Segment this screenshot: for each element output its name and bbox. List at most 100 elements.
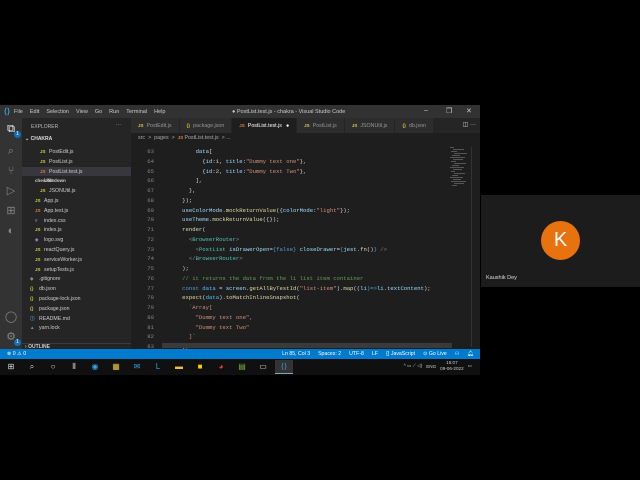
- file-item[interactable]: {} db.json: [22, 284, 131, 294]
- breadcrumb-tail[interactable]: > ...: [222, 135, 231, 141]
- extensions-icon[interactable]: ⊞: [4, 204, 18, 218]
- tab-package-json[interactable]: {} package.json: [179, 118, 233, 133]
- tab-postlist-js[interactable]: JS PostList.js: [297, 118, 345, 133]
- code-editor[interactable]: 63 data[64 {id:1, title:"Dummy text one"…: [131, 147, 451, 370]
- more-actions-icon[interactable]: ···: [116, 122, 121, 128]
- menu-go[interactable]: Go: [95, 109, 102, 115]
- search-taskbar-icon[interactable]: ⌕: [23, 360, 41, 374]
- code-line[interactable]: 77 const data = screen.getAllByTestId("l…: [131, 284, 451, 294]
- file-explorer-icon[interactable]: ▬: [170, 360, 188, 374]
- edge-devtools-icon[interactable]: ◐: [4, 224, 18, 238]
- menu-view[interactable]: View: [76, 109, 88, 115]
- code-line[interactable]: 72 <BrowserRouter>: [131, 235, 451, 245]
- file-item[interactable]: ◆ logo.svg: [22, 235, 131, 245]
- close-button[interactable]: ✕: [466, 107, 472, 115]
- tab-postedit-js[interactable]: JS PostEdit.js: [131, 118, 180, 133]
- vertical-scrollbar[interactable]: [471, 147, 479, 347]
- menu-terminal[interactable]: Terminal: [126, 109, 147, 115]
- code-line[interactable]: 74 </BrowserRouter>: [131, 254, 451, 264]
- feedback-icon[interactable]: ⚇: [455, 349, 460, 359]
- vscode-taskbar-icon[interactable]: ⟨⟩: [275, 360, 293, 374]
- code-line[interactable]: 76 // it returns the data from the li li…: [131, 274, 451, 284]
- source-control-icon[interactable]: ⑂: [4, 164, 18, 178]
- notepad-icon[interactable]: ▤: [233, 360, 251, 374]
- menu-run[interactable]: Run: [109, 109, 119, 115]
- code-line[interactable]: 71 render(: [131, 225, 451, 235]
- file-item[interactable]: JS serviceWorker.js: [22, 255, 131, 265]
- breadcrumb-part[interactable]: src: [138, 135, 145, 141]
- minimize-button[interactable]: –: [424, 107, 428, 114]
- file-item[interactable]: JS setupTests.js: [22, 265, 131, 275]
- code-line[interactable]: 79 `Array[: [131, 303, 451, 313]
- minimap[interactable]: [450, 147, 468, 187]
- tab-jsonutil-js[interactable]: JS JSONUtil.js: [344, 118, 396, 133]
- file-item[interactable]: JS PostEdit.js: [22, 147, 131, 157]
- code-line[interactable]: 75 );: [131, 264, 451, 274]
- go-live-button[interactable]: ⊙ Go Live: [423, 349, 447, 359]
- menu-file[interactable]: File: [14, 109, 23, 115]
- task-view-icon[interactable]: ⫴: [65, 360, 83, 374]
- file-item[interactable]: JS reactQuery.js: [22, 245, 131, 255]
- file-item[interactable]: JS App.test.js: [22, 206, 131, 216]
- code-line[interactable]: 80 "Dummy text one",: [131, 313, 451, 323]
- code-line[interactable]: 63 data[: [131, 147, 451, 157]
- restore-button[interactable]: ❐: [446, 107, 452, 115]
- cursor-position[interactable]: Ln 85, Col 3: [282, 349, 310, 359]
- code-line[interactable]: 66 ],: [131, 176, 451, 186]
- workspace-root[interactable]: ⌄ CHAKRA: [25, 136, 52, 142]
- file-item[interactable]: JS JSONUtil.js: [22, 186, 131, 196]
- start-button-icon[interactable]: ⊞: [2, 360, 20, 374]
- code-line[interactable]: 68 });: [131, 196, 451, 206]
- explorer-icon[interactable]: ⧉ 1: [4, 122, 21, 138]
- action-center-icon[interactable]: ▭: [468, 363, 472, 369]
- input-language[interactable]: ENG: [426, 364, 436, 369]
- file-item[interactable]: JS PostList.test.js: [22, 166, 131, 177]
- file-item[interactable]: # index.css: [22, 216, 131, 226]
- tab-db-json[interactable]: {} db.json: [395, 118, 435, 133]
- run-debug-icon[interactable]: ▷: [4, 184, 18, 198]
- breadcrumb-part[interactable]: >: [172, 135, 175, 141]
- language-mode[interactable]: {} JavaScript: [386, 349, 415, 359]
- file-item[interactable]: ◆ .gitignore: [22, 274, 131, 284]
- file-item[interactable]: ⓘ README.md: [22, 314, 131, 324]
- file-item[interactable]: {} package-lock.json: [22, 294, 131, 304]
- file-item[interactable]: JS PostList.js: [22, 157, 131, 167]
- indentation[interactable]: Spaces: 2: [318, 349, 341, 359]
- code-line[interactable]: 67 },: [131, 186, 451, 196]
- terminal-icon[interactable]: ▭: [254, 360, 272, 374]
- menu-help[interactable]: Help: [154, 109, 165, 115]
- notifications-icon[interactable]: 🔔︎: [467, 349, 474, 359]
- menu-selection[interactable]: Selection: [46, 109, 69, 115]
- breadcrumb-part[interactable]: >: [148, 135, 151, 141]
- file-item[interactable]: JS App.js: [22, 196, 131, 206]
- menu-edit[interactable]: Edit: [30, 109, 39, 115]
- tab-postlist-test-js[interactable]: JS PostList.test.js ●: [232, 118, 298, 133]
- search-icon[interactable]: ⌕: [4, 144, 18, 158]
- code-line[interactable]: 70 useTheme.mockReturnValue({});: [131, 215, 451, 225]
- settings-gear-icon[interactable]: ⚙ 1: [4, 330, 21, 346]
- code-line[interactable]: 65 {id:2, title:"Dummy text Two"},: [131, 167, 451, 177]
- folder-item[interactable]: chevron-downUtils: [22, 176, 131, 186]
- sticky-notes-icon[interactable]: ■: [191, 360, 209, 374]
- code-line[interactable]: 81 "Dummy text Two": [131, 323, 451, 333]
- clock[interactable]: 15:07 09-06-2022: [440, 360, 464, 372]
- code-line[interactable]: 73 <PostList isDrawerOpen={false} closeD…: [131, 245, 451, 255]
- app-l-icon[interactable]: L: [149, 360, 167, 374]
- code-line[interactable]: 64 {id:1, title:"Dummy text one"},: [131, 157, 451, 167]
- tray-icons[interactable]: ^ ▭ ⟋ ◁): [404, 363, 423, 369]
- encoding[interactable]: UTF-8: [349, 349, 364, 359]
- breadcrumb-part[interactable]: pages: [154, 135, 168, 141]
- chrome-icon[interactable]: ◕: [212, 360, 230, 374]
- horizontal-scrollbar[interactable]: [162, 343, 452, 348]
- code-line[interactable]: 82 ]`: [131, 332, 451, 342]
- problems-indicator[interactable]: ⊗ 0 ⚠ 0: [7, 349, 26, 359]
- cortana-icon[interactable]: ○: [44, 360, 62, 374]
- edge-icon[interactable]: ◉: [86, 360, 104, 374]
- file-item[interactable]: {} package.json: [22, 304, 131, 314]
- breadcrumb-file[interactable]: PostList.test.js: [184, 135, 218, 141]
- unsaved-dot-icon[interactable]: ●: [286, 123, 289, 129]
- file-item[interactable]: ▲ yarn.lock: [22, 323, 131, 333]
- account-icon[interactable]: ◯: [4, 310, 18, 324]
- store-icon[interactable]: ▦: [107, 360, 125, 374]
- eol[interactable]: LF: [372, 349, 378, 359]
